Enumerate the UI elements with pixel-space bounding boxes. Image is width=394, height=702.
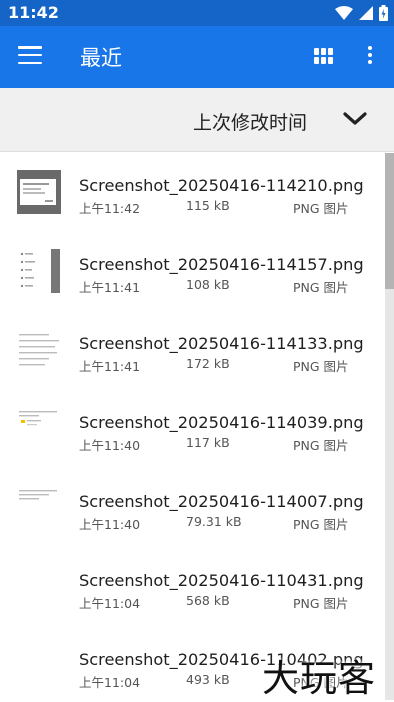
file-thumbnail bbox=[17, 565, 61, 609]
list-item[interactable]: Screenshot_20250416-114039.png 上午11:40 1… bbox=[0, 390, 384, 469]
watermark-logo: 大玩客 bbox=[262, 657, 376, 700]
page-title: 最近 bbox=[80, 46, 122, 70]
signal-icon bbox=[359, 6, 373, 20]
menu-icon[interactable] bbox=[18, 46, 42, 66]
list-item[interactable]: Screenshot_20250416-114007.png 上午11:40 7… bbox=[0, 469, 384, 548]
file-name: Screenshot_20250416-114157.png bbox=[79, 255, 364, 274]
list-item[interactable]: Screenshot_20250416-114210.png 上午11:42 1… bbox=[0, 153, 384, 232]
file-size: 117 kB bbox=[186, 435, 230, 450]
file-time: 上午11:04 bbox=[79, 675, 141, 690]
file-size: 568 kB bbox=[186, 593, 230, 608]
file-type: PNG 图片 bbox=[293, 517, 349, 532]
file-thumbnail bbox=[17, 328, 61, 372]
file-thumbnail bbox=[17, 486, 61, 530]
scrollbar[interactable] bbox=[385, 153, 394, 700]
list-item[interactable]: Screenshot_20250416-114133.png 上午11:41 1… bbox=[0, 311, 384, 390]
file-size: 115 kB bbox=[186, 198, 230, 213]
file-name: Screenshot_20250416-114039.png bbox=[79, 413, 364, 432]
file-type: PNG 图片 bbox=[293, 280, 349, 295]
file-size: 172 kB bbox=[186, 356, 230, 371]
file-thumbnail bbox=[17, 644, 61, 688]
file-size: 108 kB bbox=[186, 277, 230, 292]
app-bar: 最近 bbox=[0, 26, 394, 88]
file-time: 上午11:41 bbox=[79, 280, 141, 295]
file-type: PNG 图片 bbox=[293, 596, 349, 611]
chevron-down-icon[interactable] bbox=[342, 110, 368, 128]
file-time: 上午11:41 bbox=[79, 359, 141, 374]
file-name: Screenshot_20250416-114210.png bbox=[79, 176, 364, 195]
file-size: 79.31 kB bbox=[186, 514, 242, 529]
file-name: Screenshot_20250416-114007.png bbox=[79, 492, 364, 511]
file-time: 上午11:04 bbox=[79, 596, 141, 611]
file-size: 493 kB bbox=[186, 672, 230, 687]
file-name: Screenshot_20250416-114133.png bbox=[79, 334, 364, 353]
grid-view-icon[interactable] bbox=[314, 48, 334, 64]
battery-icon bbox=[379, 5, 388, 21]
file-time: 上午11:42 bbox=[79, 201, 141, 216]
wifi-icon bbox=[335, 6, 353, 20]
status-time: 11:42 bbox=[8, 3, 59, 22]
file-time: 上午11:40 bbox=[79, 438, 141, 453]
file-type: PNG 图片 bbox=[293, 359, 349, 374]
status-icons bbox=[335, 4, 388, 22]
more-vert-icon[interactable] bbox=[367, 46, 373, 68]
file-type: PNG 图片 bbox=[293, 438, 349, 453]
list-item[interactable]: Screenshot_20250416-114157.png 上午11:41 1… bbox=[0, 232, 384, 311]
sort-bar[interactable]: 上次修改时间 bbox=[0, 88, 394, 152]
file-type: PNG 图片 bbox=[293, 201, 349, 216]
list-item[interactable]: Screenshot_20250416-110431.png 上午11:04 5… bbox=[0, 548, 384, 627]
scrollbar-thumb[interactable] bbox=[385, 153, 394, 289]
file-name: Screenshot_20250416-110431.png bbox=[79, 571, 364, 590]
sort-label[interactable]: 上次修改时间 bbox=[193, 108, 307, 135]
file-thumbnail bbox=[17, 170, 61, 214]
status-bar: 11:42 bbox=[0, 0, 394, 26]
file-list: Screenshot_20250416-114210.png 上午11:42 1… bbox=[0, 153, 384, 700]
file-thumbnail bbox=[17, 249, 61, 293]
file-time: 上午11:40 bbox=[79, 517, 141, 532]
file-thumbnail bbox=[17, 407, 61, 451]
